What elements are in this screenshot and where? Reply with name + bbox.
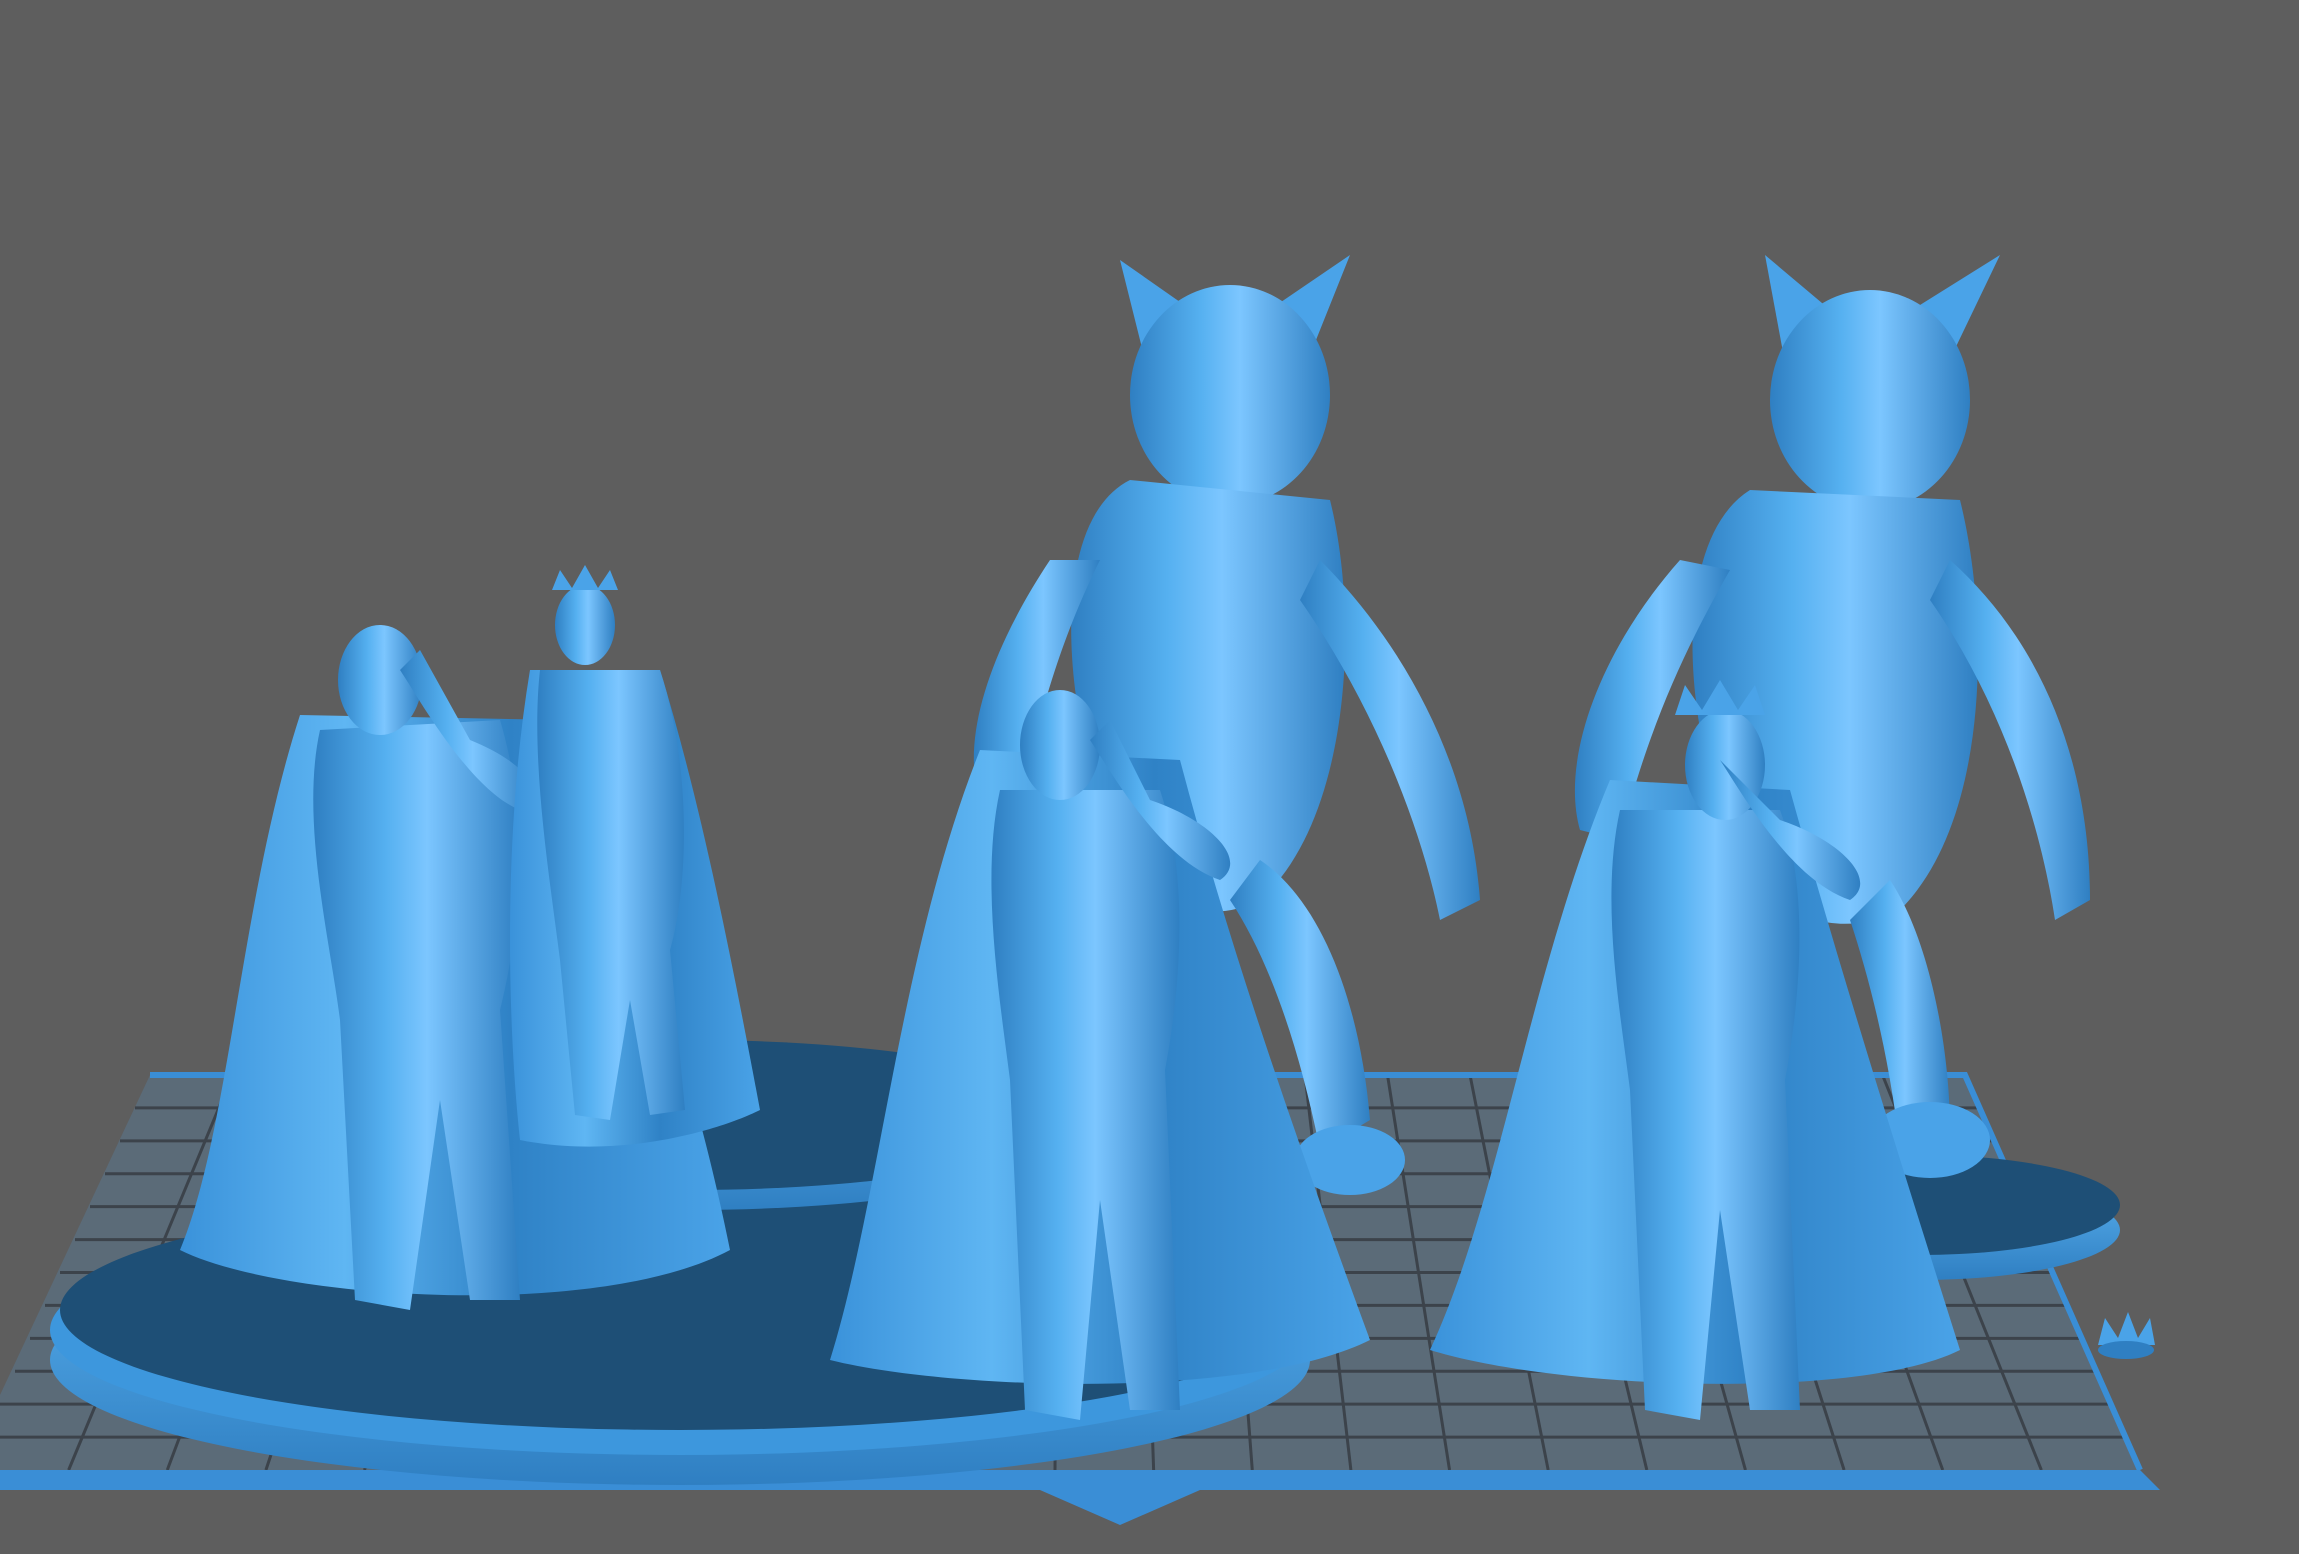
crowned-king-figure[interactable] <box>510 565 760 1147</box>
sphynx-cat-with-crowned-king[interactable] <box>1430 255 2120 1420</box>
crown-icon <box>552 565 618 590</box>
3d-viewport[interactable] <box>0 0 2299 1554</box>
scene-canvas[interactable] <box>0 0 2299 1554</box>
crown[interactable] <box>2098 1312 2155 1359</box>
